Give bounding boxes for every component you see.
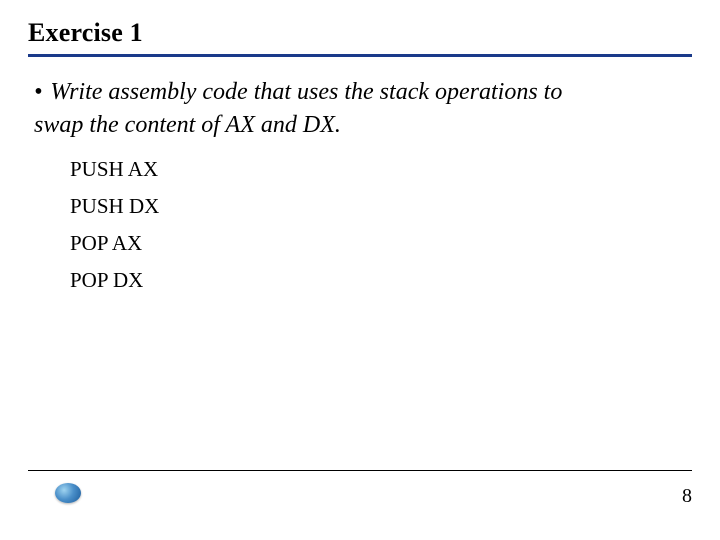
logo — [28, 479, 108, 515]
code-line: PUSH AX — [70, 159, 692, 180]
slide: Exercise 1 • Write assembly code that us… — [0, 0, 720, 540]
bullet-item: • Write assembly code that uses the stac… — [28, 77, 692, 108]
globe-icon — [55, 483, 81, 503]
question-text-line2: swap the content of AX and DX. — [28, 110, 692, 141]
page-number: 8 — [682, 485, 692, 508]
code-block: PUSH AX PUSH DX POP AX POP DX — [28, 159, 692, 291]
logo-text — [67, 504, 69, 510]
bullet-marker: • — [34, 77, 42, 108]
question-text-line1: Write assembly code that uses the stack … — [50, 77, 562, 108]
code-line: POP AX — [70, 233, 692, 254]
code-line: POP DX — [70, 270, 692, 291]
slide-footer: 8 — [28, 470, 692, 518]
code-line: PUSH DX — [70, 196, 692, 217]
slide-title: Exercise 1 — [28, 18, 692, 57]
